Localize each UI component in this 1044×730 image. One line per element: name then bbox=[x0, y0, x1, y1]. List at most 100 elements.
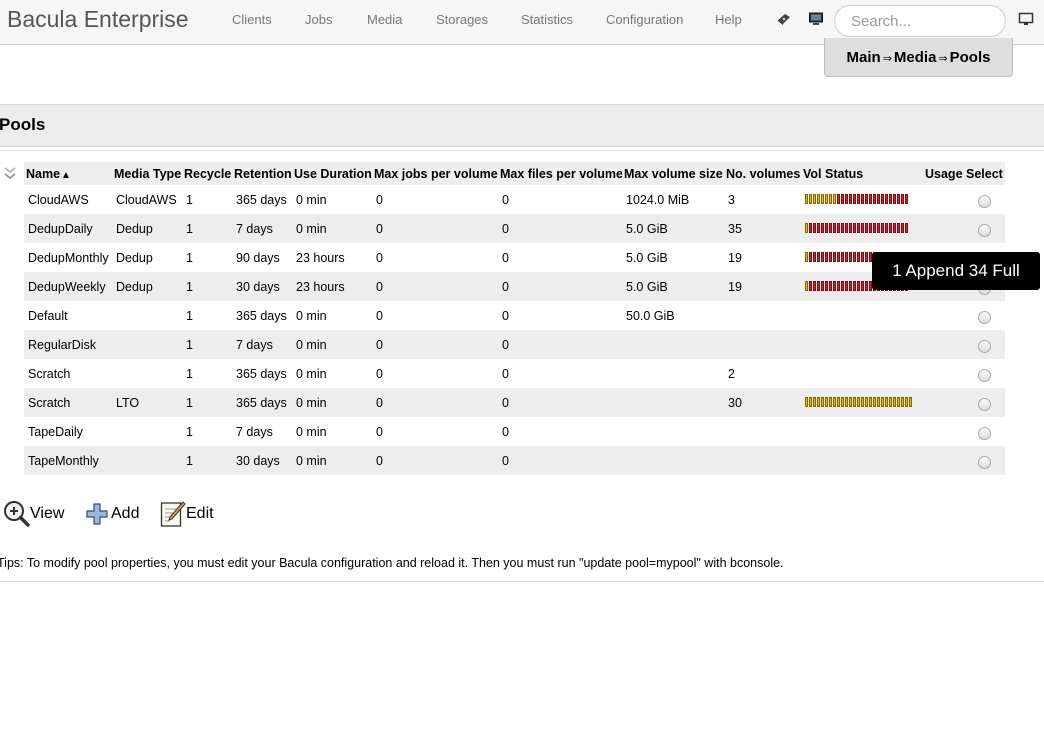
full-volume-segment bbox=[901, 222, 904, 233]
pools-table: Name▲ Media Type Recycle Retention Use D… bbox=[24, 162, 1005, 475]
search-input[interactable] bbox=[834, 5, 1006, 37]
cell-vol-status[interactable] bbox=[801, 214, 923, 243]
cell-media-type bbox=[112, 417, 182, 446]
cell-vol-status[interactable] bbox=[801, 185, 923, 214]
table-row[interactable]: DedupMonthly Dedup 1 90 days 23 hours 0 0 5.0 G… bbox=[24, 243, 1005, 272]
column-header-recycle[interactable]: Recycle bbox=[182, 162, 232, 185]
full-volume-segment bbox=[901, 193, 904, 204]
nav-item-statistics[interactable]: Statistics bbox=[521, 12, 573, 27]
column-header-max-jobs[interactable]: Max jobs per volume bbox=[372, 162, 498, 185]
full-volume-segment bbox=[833, 222, 836, 233]
cell-name[interactable]: CloudAWS bbox=[24, 185, 112, 214]
column-header-select[interactable]: Select bbox=[964, 162, 1005, 185]
cell-max-jobs: 0 bbox=[372, 388, 498, 417]
cell-max-files: 0 bbox=[498, 301, 622, 330]
sort-handle-icon[interactable] bbox=[2, 165, 18, 183]
select-radio[interactable] bbox=[978, 339, 991, 353]
app-title[interactable]: Bacula Enterprise bbox=[7, 6, 189, 33]
cell-num-volumes bbox=[724, 446, 801, 475]
append-volume-segment bbox=[853, 396, 856, 407]
view-button[interactable]: View bbox=[2, 499, 70, 529]
full-volume-segment bbox=[809, 222, 812, 233]
table-row[interactable]: DedupDaily Dedup 1 7 days 0 min 0 0 5.0 GiB 35 bbox=[24, 214, 1005, 243]
table-row[interactable]: CloudAWS CloudAWS 1 365 days 0 min 0 0 1024.0 M… bbox=[24, 185, 1005, 214]
table-row[interactable]: Default 1 365 days 0 min 0 0 50.0 GiB bbox=[24, 301, 1005, 330]
cell-vol-status[interactable] bbox=[801, 417, 923, 446]
select-radio[interactable] bbox=[978, 455, 991, 469]
nav-item-media[interactable]: Media bbox=[367, 12, 402, 27]
table-row[interactable]: Scratch 1 365 days 0 min 0 0 2 bbox=[24, 359, 1005, 388]
table-row[interactable]: DedupWeekly Dedup 1 30 days 23 hours 0 0 5.0 Gi… bbox=[24, 272, 1005, 301]
cell-retention: 30 days bbox=[232, 446, 292, 475]
vol-status-bar[interactable] bbox=[805, 396, 912, 407]
table-row[interactable]: TapeMonthly 1 30 days 0 min 0 0 bbox=[24, 446, 1005, 475]
cell-name[interactable]: Default bbox=[24, 301, 112, 330]
column-header-retention[interactable]: Retention bbox=[232, 162, 292, 185]
desktop-icon[interactable] bbox=[1018, 11, 1034, 27]
full-volume-segment bbox=[857, 222, 860, 233]
cell-vol-status[interactable] bbox=[801, 330, 923, 359]
column-header-name[interactable]: Name▲ bbox=[24, 162, 112, 185]
column-header-max-volume-size[interactable]: Max volume size bbox=[622, 162, 724, 185]
cell-name[interactable]: Scratch bbox=[24, 388, 112, 417]
select-radio[interactable] bbox=[978, 426, 991, 440]
select-radio[interactable] bbox=[978, 223, 991, 237]
nav-item-help[interactable]: Help bbox=[715, 12, 742, 27]
column-header-max-files[interactable]: Max files per volume bbox=[498, 162, 622, 185]
append-volume-segment bbox=[901, 396, 904, 407]
column-header-use-duration[interactable]: Use Duration bbox=[292, 162, 372, 185]
table-row[interactable]: RegularDisk 1 7 days 0 min 0 0 bbox=[24, 330, 1005, 359]
column-header-num-volumes[interactable]: No. volumes bbox=[724, 162, 801, 185]
table-row[interactable]: Scratch LTO 1 365 days 0 min 0 0 30 bbox=[24, 388, 1005, 417]
select-radio[interactable] bbox=[978, 368, 991, 382]
full-volume-segment bbox=[857, 251, 860, 262]
column-header-usage[interactable]: Usage bbox=[923, 162, 964, 185]
cell-vol-status[interactable] bbox=[801, 359, 923, 388]
tape-icon[interactable] bbox=[776, 11, 792, 27]
cell-retention: 90 days bbox=[232, 243, 292, 272]
nav-item-storages[interactable]: Storages bbox=[436, 12, 488, 27]
select-radio[interactable] bbox=[978, 310, 991, 324]
cell-name[interactable]: RegularDisk bbox=[24, 330, 112, 359]
nav-item-jobs[interactable]: Jobs bbox=[305, 12, 332, 27]
cell-vol-status[interactable] bbox=[801, 446, 923, 475]
cell-use-duration: 0 min bbox=[292, 359, 372, 388]
full-volume-segment bbox=[865, 251, 868, 262]
select-radio[interactable] bbox=[978, 397, 991, 411]
breadcrumb-item-media[interactable]: Media bbox=[894, 49, 937, 66]
nav-item-clients[interactable]: Clients bbox=[232, 12, 272, 27]
full-volume-segment bbox=[869, 193, 872, 204]
cell-max-files: 0 bbox=[498, 388, 622, 417]
append-volume-segment bbox=[833, 193, 836, 204]
table-row[interactable]: TapeDaily 1 7 days 0 min 0 0 bbox=[24, 417, 1005, 446]
cell-vol-status[interactable] bbox=[801, 301, 923, 330]
full-volume-segment bbox=[837, 222, 840, 233]
cell-vol-status[interactable] bbox=[801, 388, 923, 417]
edit-button[interactable]: Edit bbox=[160, 499, 220, 529]
nav-item-configuration[interactable]: Configuration bbox=[606, 12, 683, 27]
full-volume-segment bbox=[853, 251, 856, 262]
vol-status-bar[interactable] bbox=[805, 222, 908, 233]
cell-name[interactable]: DedupMonthly bbox=[24, 243, 112, 272]
cell-media-type: CloudAWS bbox=[112, 185, 182, 214]
cell-name[interactable]: TapeMonthly bbox=[24, 446, 112, 475]
cell-recycle: 1 bbox=[182, 388, 232, 417]
select-radio[interactable] bbox=[978, 194, 991, 208]
cell-name[interactable]: DedupDaily bbox=[24, 214, 112, 243]
cell-name[interactable]: TapeDaily bbox=[24, 417, 112, 446]
full-volume-segment bbox=[817, 222, 820, 233]
cell-max-files: 0 bbox=[498, 417, 622, 446]
full-volume-segment bbox=[897, 222, 900, 233]
full-volume-segment bbox=[885, 222, 888, 233]
breadcrumb-item-main[interactable]: Main bbox=[847, 49, 881, 66]
column-header-vol-status[interactable]: Vol Status bbox=[801, 162, 923, 185]
cell-name[interactable]: DedupWeekly bbox=[24, 272, 112, 301]
director-monitor-icon[interactable] bbox=[808, 11, 824, 27]
cell-name[interactable]: Scratch bbox=[24, 359, 112, 388]
column-header-media-type[interactable]: Media Type bbox=[112, 162, 182, 185]
add-button[interactable]: Add bbox=[86, 499, 146, 529]
full-volume-segment bbox=[821, 251, 824, 262]
vol-status-bar[interactable] bbox=[805, 193, 908, 204]
full-volume-segment bbox=[813, 280, 816, 291]
cell-max-volume-size: 1024.0 MiB bbox=[622, 185, 724, 214]
